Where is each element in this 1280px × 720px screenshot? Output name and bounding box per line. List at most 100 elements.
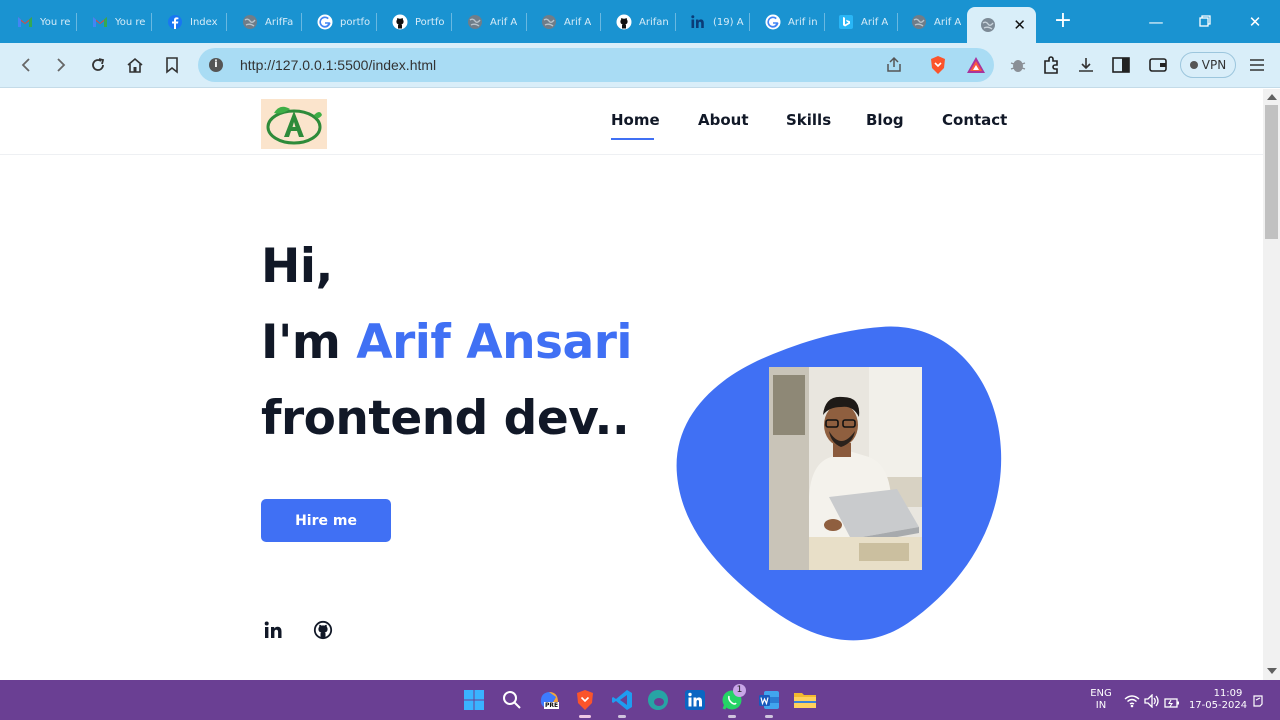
search-icon[interactable] [500, 688, 524, 712]
bookmark-icon[interactable] [161, 54, 183, 76]
facebook-icon [166, 13, 184, 31]
vpn-label: VPN [1201, 58, 1227, 72]
site-info-icon[interactable]: i [209, 58, 223, 72]
active-nav-indicator [611, 138, 654, 140]
back-icon[interactable] [15, 54, 37, 76]
tab-separator [749, 13, 750, 31]
tab-title: portfo [340, 16, 371, 28]
github-icon[interactable] [311, 618, 335, 642]
browser-tab[interactable]: Arif A [898, 7, 968, 37]
browser-tab[interactable]: Arif A [825, 7, 895, 37]
bug-extension-icon[interactable] [1007, 54, 1029, 76]
battery-icon[interactable] [1164, 694, 1180, 713]
wallet-icon[interactable] [1147, 54, 1169, 76]
browser-tab[interactable]: Arif A [454, 7, 524, 37]
start-button-icon[interactable] [462, 688, 486, 712]
github-icon [391, 13, 409, 31]
running-app-indicator [618, 715, 626, 718]
globe-icon [979, 16, 997, 34]
copilot-badge: PRE [544, 702, 560, 709]
tab-active[interactable]: ✕ [967, 7, 1036, 43]
notifications-icon[interactable] [1252, 693, 1264, 712]
tab-separator [376, 13, 377, 31]
linkedin-icon[interactable] [261, 618, 285, 642]
brave-shields-icon[interactable] [927, 54, 949, 80]
vscode-icon[interactable] [610, 688, 634, 718]
page-viewport: Home About Skills Blog Contact Hi, I'm A… [0, 89, 1263, 680]
url-text[interactable]: http://127.0.0.1:5500/index.html [240, 57, 436, 73]
hire-me-button[interactable]: Hire me [261, 499, 391, 542]
tab-title: Arif A [564, 16, 592, 28]
vpn-status-icon [1189, 61, 1198, 69]
nav-blog[interactable]: Blog [866, 111, 904, 129]
browser-tab-strip: You re You re Index ArifFa portfo Portfo Arif … [0, 0, 1280, 43]
nav-home[interactable]: Home [611, 111, 660, 129]
sidebar-icon[interactable] [1110, 54, 1132, 76]
clock-time: 11:09 [1213, 688, 1243, 699]
restore-button[interactable] [1193, 10, 1217, 34]
tab-separator [451, 13, 452, 31]
gmail-icon [16, 13, 34, 31]
browser-tab[interactable]: portfo [304, 7, 374, 37]
globe-icon [540, 13, 558, 31]
close-window-button[interactable]: ✕ [1243, 10, 1267, 34]
browser-tab[interactable]: You re [4, 7, 74, 37]
nav-skills[interactable]: Skills [786, 111, 831, 129]
browser-tab[interactable]: Arifan [603, 7, 673, 37]
browser-tab[interactable]: Portfo [379, 7, 449, 37]
linkedin-icon [689, 13, 707, 31]
close-tab-icon[interactable]: ✕ [1013, 16, 1026, 34]
new-tab-button[interactable]: + [1052, 10, 1074, 32]
clock-date: 17-05-2024 [1188, 700, 1248, 711]
brave-rewards-icon[interactable] [965, 55, 987, 79]
linkedin-app-icon[interactable] [683, 688, 707, 712]
word-icon[interactable] [757, 688, 781, 718]
vpn-button[interactable]: VPN [1180, 52, 1236, 78]
scrollbar-thumb[interactable] [1265, 105, 1278, 239]
language-indicator[interactable]: ENG IN [1088, 688, 1114, 712]
notification-badge: 1 [733, 684, 746, 697]
site-header: Home About Skills Blog Contact [0, 89, 1263, 155]
browser-tab[interactable]: Arif A [528, 7, 598, 37]
browser-tab[interactable]: Index [154, 7, 224, 37]
forward-icon[interactable] [50, 54, 72, 76]
volume-icon[interactable] [1144, 693, 1160, 712]
share-icon[interactable] [884, 55, 904, 79]
nav-contact[interactable]: Contact [942, 111, 1007, 129]
clock[interactable]: 11:09 17-05-2024 [1188, 688, 1248, 712]
home-icon[interactable] [124, 54, 146, 76]
brave-browser-icon[interactable] [573, 688, 597, 718]
hero-intro-prefix: I'm [261, 315, 357, 370]
whatsapp-icon[interactable]: 1 [720, 684, 746, 718]
tab-separator [226, 13, 227, 31]
page-scrollbar[interactable] [1263, 89, 1280, 680]
google-icon [316, 13, 334, 31]
address-bar[interactable]: i http://127.0.0.1:5500/index.html [198, 48, 994, 82]
reload-icon[interactable] [87, 54, 109, 76]
browser-tab[interactable]: Arif in [752, 7, 822, 37]
scroll-down-icon[interactable] [1267, 668, 1277, 674]
browser-tab[interactable]: (19) A [677, 7, 747, 37]
browser-tab[interactable]: You re [79, 7, 149, 37]
nav-about[interactable]: About [698, 111, 749, 129]
minimize-button[interactable]: — [1144, 10, 1168, 34]
tab-title: Arif A [490, 16, 518, 28]
globe-icon [466, 13, 484, 31]
tab-title: Arif A [934, 16, 962, 28]
tab-title: (19) A [713, 16, 744, 28]
scroll-up-icon[interactable] [1267, 94, 1277, 100]
file-explorer-icon[interactable] [793, 688, 817, 712]
menu-icon[interactable] [1246, 54, 1268, 76]
tab-title: Arif A [861, 16, 889, 28]
bing-icon [837, 13, 855, 31]
browser-tab[interactable]: ArifFa [229, 7, 299, 37]
downloads-icon[interactable] [1075, 54, 1097, 76]
gmail-icon [91, 13, 109, 31]
edge-icon[interactable] [646, 688, 670, 712]
wifi-icon[interactable] [1124, 693, 1140, 712]
site-logo[interactable] [261, 99, 327, 149]
profile-photo [769, 367, 922, 570]
copilot-icon[interactable]: PRE [537, 688, 561, 712]
extensions-icon[interactable] [1040, 54, 1062, 76]
windows-taskbar: PRE 1 ENG IN 11:09 17-05-2024 [0, 680, 1280, 720]
